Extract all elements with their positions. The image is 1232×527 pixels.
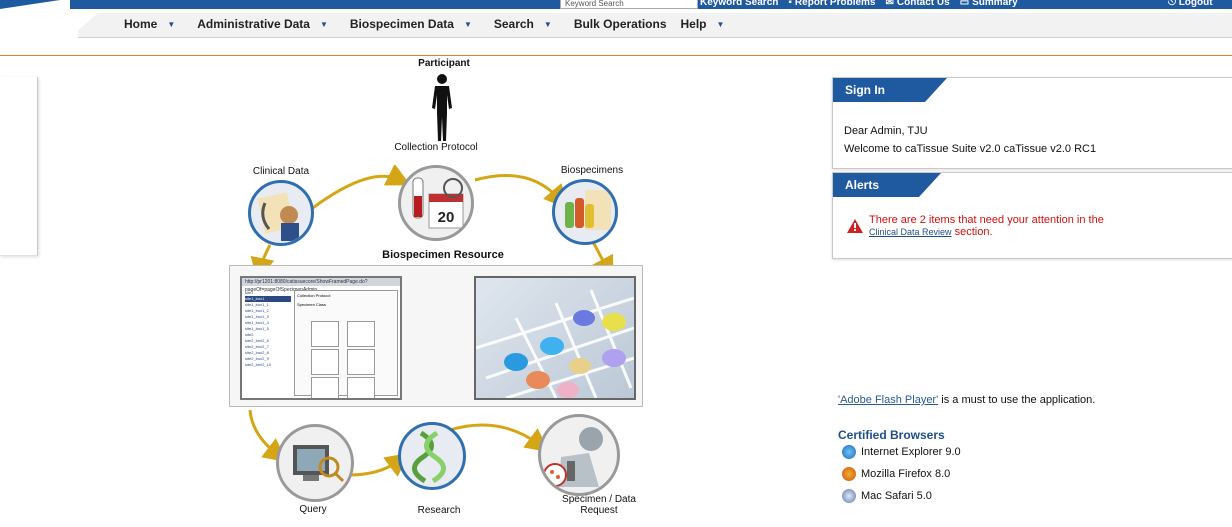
- header-links: Keyword Search ▪ Report Problems ✉ Contact…: [700, 0, 1018, 9]
- thumbnail-cell: [311, 349, 339, 375]
- menu-bar-corner: [70, 13, 98, 37]
- biospecimen-resource-label: Biospecimen Resource: [382, 249, 504, 261]
- internet-explorer-icon: [842, 445, 856, 459]
- query-icon: [276, 424, 354, 502]
- menu-item-label: Home: [124, 17, 158, 31]
- menu-item-label: Bulk Operations: [573, 17, 667, 31]
- collection-protocol-label: Collection Protocol: [394, 142, 478, 153]
- welcome-text: Welcome to caTissue Suite v2.0 caTissue …: [844, 143, 1097, 155]
- menu-item-label: Biospecimen Data: [349, 17, 454, 31]
- thumbnail-cell: [347, 377, 375, 398]
- thumbnail-cell: [347, 321, 375, 347]
- tab-corner: [925, 78, 947, 102]
- catissue-screenshot-thumbnail: http://pr1201:8080/catissuecore/ShowFram…: [240, 276, 402, 400]
- dropdown-arrow-icon: ▼: [716, 19, 725, 29]
- logout-icon: ⎋: [1168, 0, 1179, 8]
- logout-label: Logout: [1178, 0, 1213, 8]
- adobe-flash-player-link[interactable]: 'Adobe Flash Player': [838, 394, 938, 406]
- biospecimens-icon: [552, 179, 618, 245]
- participant-label: Participant: [418, 58, 470, 69]
- alerts-tab: Alerts: [833, 173, 919, 197]
- query-label: Query: [299, 504, 327, 515]
- mail-icon: ✉: [885, 0, 894, 8]
- dropdown-arrow-icon: ▼: [167, 19, 176, 29]
- clinical-data-icon: [248, 180, 314, 246]
- summary-label: Summary: [972, 0, 1018, 8]
- flash-player-notice: 'Adobe Flash Player' is a must to use th…: [838, 394, 1095, 406]
- browser-name: Mac Safari 5.0: [861, 490, 932, 502]
- flash-player-text: is a must to use the application.: [941, 394, 1096, 406]
- contact-us-link[interactable]: ✉ Contact Us: [886, 0, 950, 9]
- biospecimen-resource-panel: http://pr1201:8080/catissuecore/ShowFram…: [229, 265, 643, 407]
- thumbnail-cell: [347, 349, 375, 375]
- dropdown-arrow-icon: ▼: [543, 19, 552, 29]
- certified-browsers-title: Certified Browsers: [838, 428, 945, 442]
- menu-item-search[interactable]: Search ▼: [494, 17, 552, 31]
- menu-item-administrative-data[interactable]: Administrative Data ▼: [197, 17, 328, 31]
- thumbnail-tree: site1 site1_box1 site1_box1_1 site1_box1…: [245, 290, 291, 368]
- logout-link[interactable]: ⎋ Logout: [1168, 0, 1213, 9]
- alerts-panel: Alerts There are 2 items that need your …: [832, 172, 1232, 259]
- menu-item-label: Help: [680, 17, 707, 31]
- dropdown-arrow-icon: ▼: [319, 19, 328, 29]
- alert-message: There are 2 items that need your attenti…: [869, 214, 1104, 238]
- contact-us-label: Contact Us: [896, 0, 950, 8]
- research-label: Research: [417, 505, 461, 516]
- biospecimens-label: Biospecimens: [560, 165, 624, 176]
- keyword-search-input[interactable]: Keyword Search: [560, 0, 698, 9]
- clinical-data-label: Clinical Data: [252, 166, 310, 177]
- report-icon: ▪: [788, 0, 792, 8]
- thumbnail-container-view: Collection Protocol Specimen Class: [294, 290, 398, 398]
- thumbnail-field-collection-protocol: Collection Protocol: [297, 293, 331, 298]
- calendar-day: 20: [438, 209, 455, 226]
- left-side-panel: [0, 77, 38, 256]
- firefox-icon: [842, 467, 856, 481]
- report-problems-link[interactable]: ▪ Report Problems: [788, 0, 875, 9]
- research-icon: [398, 422, 466, 490]
- browser-name: Mozilla Firefox 8.0: [861, 468, 951, 480]
- browser-item-ie: Internet Explorer 9.0: [842, 445, 961, 459]
- alert-suffix: section.: [954, 226, 993, 238]
- specimen-request-label: Specimen / Data Request: [562, 494, 636, 516]
- collection-protocol-icon: 20: [398, 165, 474, 241]
- tree-item: site2_box2_10: [245, 362, 272, 367]
- thumbnail-cell: [311, 321, 339, 347]
- main-menu: Home ▼ Administrative Data ▼ Biospecimen D…: [124, 17, 746, 31]
- summary-link[interactable]: ▭ Summary: [960, 0, 1018, 9]
- menu-item-label: Administrative Data: [197, 17, 310, 31]
- warning-icon: [847, 219, 863, 233]
- top-bar-corner: [0, 0, 60, 9]
- safari-icon: [842, 489, 856, 503]
- menu-item-help[interactable]: Help ▼: [681, 17, 725, 31]
- menu-item-biospecimen-data[interactable]: Biospecimen Data ▼: [350, 17, 472, 31]
- tab-corner: [919, 173, 941, 197]
- specimen-request-icon: [538, 414, 620, 496]
- greeting-text: Dear Admin, TJU: [844, 125, 928, 137]
- alert-message-text: There are 2 items that need your attenti…: [869, 214, 1104, 226]
- thumbnail-field-specimen-class: Specimen Class: [297, 302, 326, 307]
- browser-item-safari: Mac Safari 5.0: [842, 489, 932, 503]
- clinical-data-review-link[interactable]: Clinical Data Review: [869, 227, 952, 237]
- menu-item-home[interactable]: Home ▼: [124, 17, 175, 31]
- participant-icon: [432, 74, 452, 141]
- menu-item-label: Search: [493, 17, 534, 31]
- summary-icon: ▭: [959, 0, 970, 8]
- specimen-tray-image: [474, 276, 636, 400]
- header-divider: [0, 55, 1232, 56]
- menu-item-bulk-operations[interactable]: Bulk Operations: [574, 17, 667, 31]
- report-problems-label: Report Problems: [794, 0, 876, 8]
- sign-in-panel: Sign In Dear Admin, TJU Welcome to caTis…: [832, 77, 1232, 169]
- thumbnail-cell: [311, 377, 339, 398]
- keyword-search-link[interactable]: Keyword Search: [700, 0, 778, 9]
- dropdown-arrow-icon: ▼: [463, 19, 472, 29]
- sign-in-tab: Sign In: [833, 78, 925, 102]
- thumbnail-address-bar: http://pr1201:8080/catissuecore/ShowFram…: [242, 278, 400, 293]
- browser-item-firefox: Mozilla Firefox 8.0: [842, 467, 950, 481]
- browser-name: Internet Explorer 9.0: [861, 446, 961, 458]
